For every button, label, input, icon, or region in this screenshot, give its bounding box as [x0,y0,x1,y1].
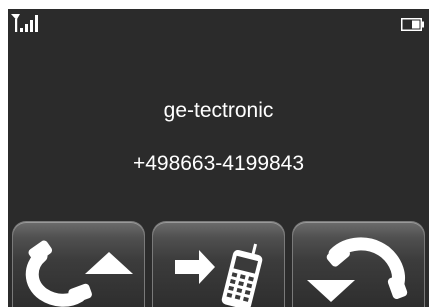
signal-strength-icon [11,14,38,32]
caller-number: +498663-4199843 [132,152,305,175]
caller-name: ge-tectronic [163,99,274,122]
status-bar [8,9,429,39]
battery-icon [401,18,424,31]
arrow-to-mobile-icon [175,243,263,307]
forward-to-mobile-button[interactable] [152,221,285,307]
phone-display-frame: ge-tectronic +498663-4199843 [0,0,437,307]
phone-handset-up-arrow-icon [25,240,133,307]
incoming-call-screen: ge-tectronic +498663-4199843 [8,9,429,307]
call-action-bar [12,221,425,307]
accept-call-button[interactable] [12,221,145,307]
reject-call-button[interactable] [292,221,425,307]
phone-handset-down-arrow-icon [307,237,408,302]
